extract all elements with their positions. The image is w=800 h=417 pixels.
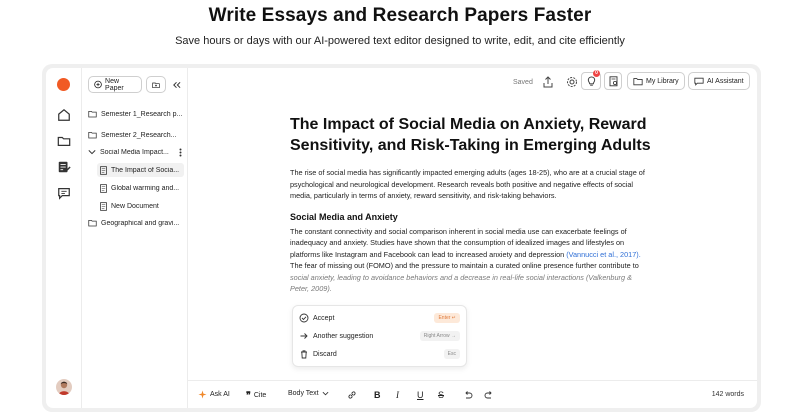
tree-item-label: The Impact of Socia... <box>111 166 180 174</box>
hero: Write Essays and Research Papers Faster … <box>0 0 800 47</box>
collapse-sidebar-icon[interactable] <box>172 81 181 89</box>
discard-option[interactable]: Discard Esc <box>299 347 460 361</box>
undo-icon[interactable] <box>463 390 473 400</box>
check-circle-icon <box>299 313 309 323</box>
chevron-down-icon <box>88 150 96 155</box>
tree-doc-global-warming[interactable]: Global warming and... <box>100 181 184 195</box>
document-review-button[interactable] <box>604 72 622 90</box>
notification-badge: 0 <box>593 70 600 77</box>
accept-label: Accept <box>313 314 335 322</box>
another-suggestion-label: Another suggestion <box>313 332 374 340</box>
cite-label: Cite <box>253 392 267 399</box>
tree-item-label: Semester 2_Research... <box>101 131 177 139</box>
text-style-dropdown[interactable]: Body Text <box>288 390 329 397</box>
another-suggestion-option[interactable]: Another suggestion Right Arrow → <box>299 329 460 343</box>
section-heading[interactable]: Social Media and Anxiety <box>290 212 652 222</box>
tree-folder-semester-1[interactable]: Semester 1_Research p... <box>88 107 186 121</box>
section-text-2: The fear of missing out (FOMO) and the p… <box>290 261 639 270</box>
cite-button[interactable]: ❞ Cite <box>246 390 266 401</box>
chat-icon[interactable] <box>57 186 71 200</box>
bottom-toolbar: Ask AI ❞ Cite Body Text B I U S 142 word… <box>188 380 757 408</box>
tree-item-label: New Document <box>111 202 159 210</box>
new-paper-label: New Paper <box>105 77 124 92</box>
esc-key-hint: Esc <box>443 349 460 359</box>
folder-icon[interactable] <box>57 134 71 148</box>
section-paragraph[interactable]: The constant connectivity and social com… <box>290 226 652 295</box>
my-library-label: My Library <box>646 77 679 85</box>
editor-app: New Paper Semester 1_Research p... Semes… <box>46 68 757 408</box>
ai-assistant-label: AI Assistant <box>707 77 744 85</box>
more-options-icon[interactable] <box>179 148 182 157</box>
document-search-icon <box>609 76 618 87</box>
discard-label: Discard <box>313 350 337 358</box>
folder-icon <box>88 111 97 118</box>
word-count: 142 words <box>711 391 744 398</box>
brand-logo <box>57 78 70 91</box>
settings-gear-icon[interactable] <box>566 76 578 88</box>
save-status: Saved <box>513 79 533 86</box>
tree-item-label: Geographical and gravi... <box>101 219 180 227</box>
sparkle-icon <box>198 390 207 399</box>
enter-key-hint: Enter ↵ <box>434 313 460 323</box>
tree-folder-geographical[interactable]: Geographical and gravi... <box>88 216 186 230</box>
tree-item-label: Semester 1_Research p... <box>101 110 183 118</box>
tree-item-label: Global warming and... <box>111 184 180 192</box>
tree-folder-semester-2[interactable]: Semester 2_Research... <box>88 128 186 142</box>
icon-rail <box>46 68 82 408</box>
bold-icon[interactable]: B <box>374 390 381 400</box>
right-arrow-key-hint: Right Arrow → <box>419 331 460 341</box>
tree-doc-new-document[interactable]: New Document <box>100 199 184 213</box>
citation-link[interactable]: (Vannucci et al., 2017). <box>566 250 641 259</box>
redo-icon[interactable] <box>484 390 494 400</box>
lightbulb-icon <box>587 76 596 86</box>
document-title[interactable]: The Impact of Social Media on Anxiety, R… <box>290 114 652 156</box>
text-style-value: Body Text <box>288 390 319 397</box>
document-body[interactable]: The Impact of Social Media on Anxiety, R… <box>290 114 652 295</box>
plus-circle-icon <box>94 80 102 89</box>
tree-doc-impact-of-social[interactable]: The Impact of Socia... <box>97 163 184 177</box>
folder-icon <box>88 220 97 227</box>
chevron-down-icon <box>322 391 329 396</box>
tree-item-label: Social Media Impact... <box>100 148 169 156</box>
user-avatar[interactable] <box>56 379 72 395</box>
folder-icon <box>88 132 97 139</box>
ai-assistant-button[interactable]: AI Assistant <box>688 72 750 90</box>
strikethrough-icon[interactable]: S <box>438 390 444 400</box>
new-paper-button[interactable]: New Paper <box>88 76 142 93</box>
accept-option[interactable]: Accept Enter ↵ <box>299 311 460 325</box>
top-toolbar: Saved 0 My Library AI Assistant <box>188 68 757 94</box>
document-icon <box>100 165 107 175</box>
quote-icon: ❞ <box>246 390 251 400</box>
my-library-button[interactable]: My Library <box>627 72 685 90</box>
folder-icon <box>633 77 643 85</box>
link-icon[interactable] <box>347 390 357 400</box>
edit-document-icon[interactable] <box>57 160 71 174</box>
ai-suggestion-text[interactable]: social anxiety, leading to avoidance beh… <box>290 273 632 294</box>
folder-plus-icon <box>152 82 160 88</box>
ask-ai-button[interactable]: Ask AI <box>198 390 230 399</box>
share-upload-icon[interactable] <box>542 76 554 88</box>
italic-icon[interactable]: I <box>396 390 399 400</box>
trash-icon <box>301 350 307 359</box>
ask-ai-label: Ask AI <box>210 391 230 398</box>
hero-title: Write Essays and Research Papers Faster <box>208 5 592 26</box>
chat-bubble-icon <box>694 77 704 86</box>
document-icon <box>100 183 107 193</box>
hero-subtitle: Save hours or days with our AI-powered t… <box>175 35 625 47</box>
document-icon <box>100 201 107 211</box>
intro-paragraph[interactable]: The rise of social media has significant… <box>290 167 652 202</box>
suggestion-popup: Accept Enter ↵ Another suggestion Right … <box>292 305 467 367</box>
file-tree: New Paper Semester 1_Research p... Semes… <box>82 68 188 408</box>
app-frame: New Paper Semester 1_Research p... Semes… <box>42 64 761 412</box>
tree-folder-social-media[interactable]: Social Media Impact... <box>88 145 186 159</box>
home-icon[interactable] <box>57 108 71 122</box>
arrow-right-icon <box>300 333 308 339</box>
underline-icon[interactable]: U <box>417 390 424 400</box>
new-folder-button[interactable] <box>146 76 166 93</box>
